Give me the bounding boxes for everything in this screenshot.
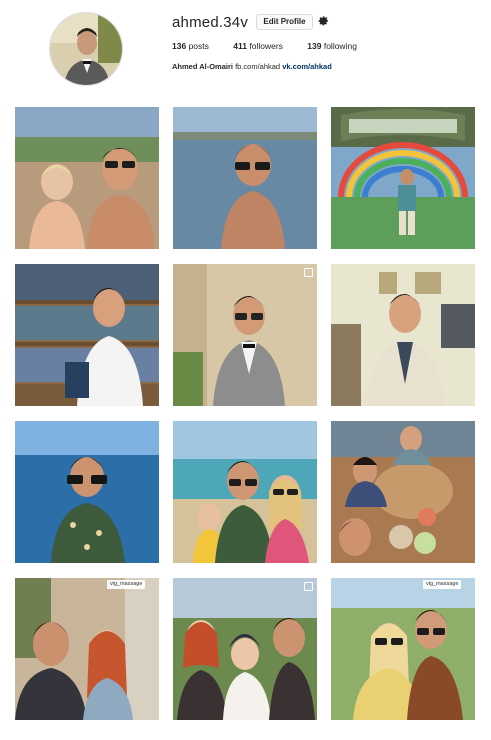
profile-full-name: Ahmed Al-Omairi — [172, 62, 233, 71]
post-thumbnail[interactable] — [173, 107, 317, 249]
edit-profile-button[interactable]: Edit Profile — [256, 14, 313, 30]
post-thumbnail[interactable] — [173, 578, 317, 720]
repost-badge: vig_massage — [107, 580, 146, 589]
post-thumbnail[interactable] — [15, 421, 159, 563]
post-thumbnail[interactable] — [15, 107, 159, 249]
posts-count: 136 posts — [172, 41, 209, 51]
multi-photo-icon — [304, 582, 313, 591]
followers-count[interactable]: 411 followers — [233, 41, 283, 51]
repost-badge: vig_massage — [423, 580, 462, 589]
profile-bio: Ahmed Al-Omairi fb.com/ahkad vk.com/ahka… — [172, 62, 332, 71]
bio-link-facebook[interactable]: fb.com/ahkad — [235, 62, 280, 71]
post-thumbnail[interactable] — [173, 421, 317, 563]
post-thumbnail[interactable] — [331, 421, 475, 563]
profile-header: ahmed.34v Edit Profile 136 posts 411 fol… — [0, 0, 491, 90]
post-thumbnail[interactable] — [173, 264, 317, 406]
profile-username: ahmed.34v — [172, 14, 249, 31]
post-grid: vig_massage vig_massage — [15, 107, 475, 722]
multi-photo-icon — [304, 268, 313, 277]
gear-icon[interactable] — [316, 14, 330, 28]
post-thumbnail[interactable]: vig_massage — [15, 578, 159, 720]
bio-link-vk[interactable]: vk.com/ahkad — [282, 62, 332, 71]
post-thumbnail[interactable] — [15, 264, 159, 406]
profile-stats: 136 posts 411 followers 139 following — [172, 41, 379, 51]
following-count[interactable]: 139 following — [307, 41, 357, 51]
post-thumbnail[interactable]: vig_massage — [331, 578, 475, 720]
post-thumbnail[interactable] — [331, 107, 475, 249]
post-thumbnail[interactable] — [331, 264, 475, 406]
profile-avatar[interactable] — [49, 12, 123, 86]
